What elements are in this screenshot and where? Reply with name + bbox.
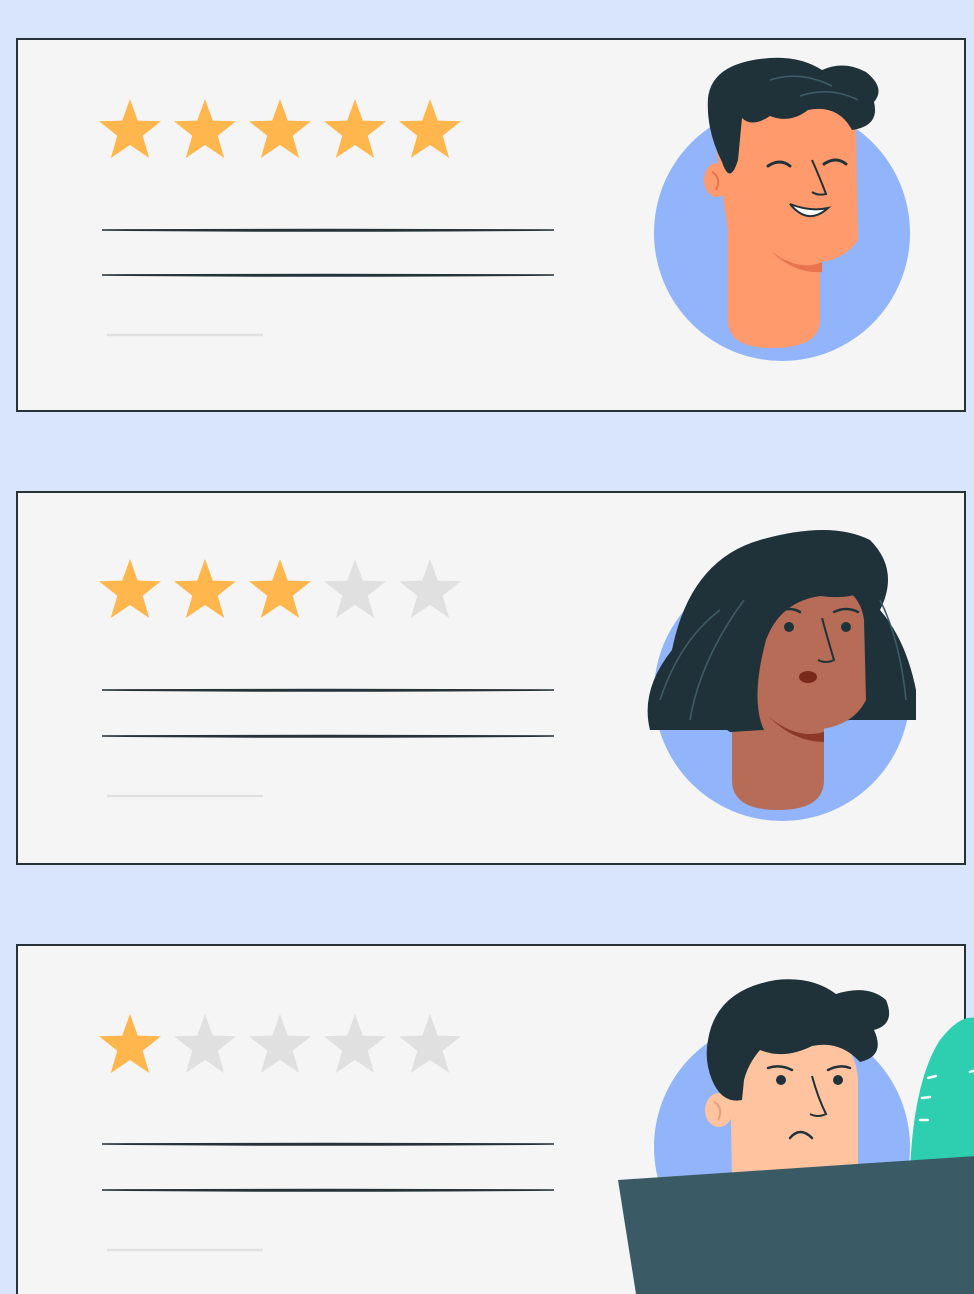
review-card-2	[16, 491, 966, 865]
review-card-3	[16, 944, 974, 1294]
review-scene	[0, 0, 974, 1294]
desk	[618, 1156, 974, 1294]
review-card-1	[16, 38, 966, 412]
